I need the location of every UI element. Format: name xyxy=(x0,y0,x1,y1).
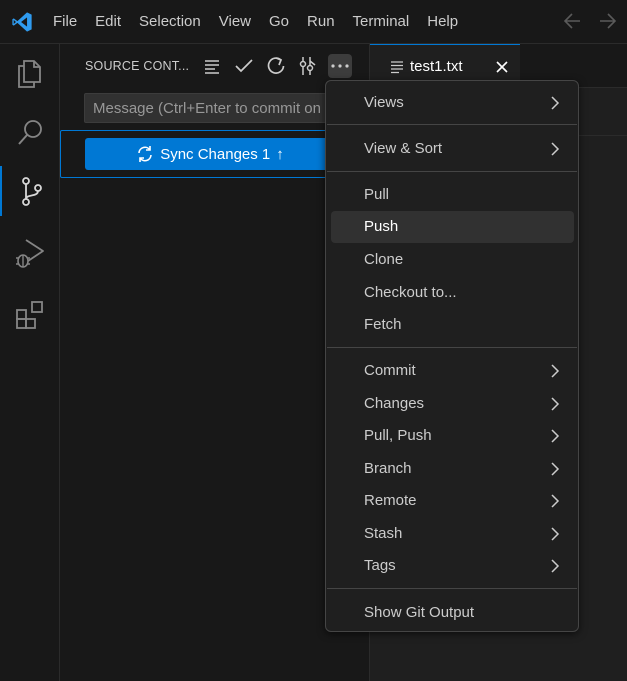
sync-changes-label: Sync Changes 1 xyxy=(160,145,271,163)
menu-bar: File Edit Selection View Go Run Terminal… xyxy=(44,0,467,44)
menu-item-label: Stash xyxy=(364,525,403,542)
menu-item-label: View & Sort xyxy=(364,140,443,157)
chevron-right-icon xyxy=(551,559,560,573)
activity-explorer[interactable] xyxy=(0,48,60,98)
vscode-logo-icon[interactable] xyxy=(10,11,34,33)
menu-edit[interactable]: Edit xyxy=(86,0,130,44)
menu-item-push[interactable]: Push xyxy=(331,211,574,243)
menu-item-views[interactable]: Views xyxy=(331,87,574,119)
close-icon[interactable] xyxy=(494,59,510,75)
menu-item-branch[interactable]: Branch xyxy=(331,453,574,485)
chevron-right-icon xyxy=(551,364,560,378)
menu-item-label: Push xyxy=(364,218,399,235)
menu-separator xyxy=(327,347,577,348)
sync-row: Sync Changes 1 ↑ xyxy=(60,130,360,178)
menu-item-label: Checkout to... xyxy=(364,284,457,301)
chevron-right-icon xyxy=(551,527,560,541)
sync-changes-button[interactable]: Sync Changes 1 ↑ xyxy=(85,138,335,170)
menu-help[interactable]: Help xyxy=(418,0,467,44)
activity-search[interactable] xyxy=(0,108,60,158)
menu-item-remote[interactable]: Remote xyxy=(331,485,574,517)
menu-item-label: Pull, Push xyxy=(364,427,432,444)
forward-arrow-icon[interactable] xyxy=(597,10,617,32)
navigation-arrows xyxy=(563,10,617,32)
source-control-icon xyxy=(22,177,42,206)
menu-separator xyxy=(327,171,577,172)
chevron-right-icon xyxy=(551,96,560,110)
menu-item-clone[interactable]: Clone xyxy=(331,244,574,276)
menu-selection[interactable]: Selection xyxy=(130,0,210,44)
files-icon xyxy=(18,60,41,88)
refresh-button[interactable] xyxy=(264,54,288,78)
activity-bar xyxy=(0,44,60,681)
menu-separator xyxy=(327,124,577,125)
menu-item-tags[interactable]: Tags xyxy=(331,550,574,582)
menu-item-label: Show Git Output xyxy=(364,604,475,621)
search-icon xyxy=(18,120,42,145)
refresh-icon xyxy=(267,57,285,74)
menu-file[interactable]: File xyxy=(44,0,86,44)
menu-item-checkout-to[interactable]: Checkout to... xyxy=(331,277,574,309)
sidebar-title: SOURCE CONT... xyxy=(85,59,190,73)
extensions-icon xyxy=(16,301,43,329)
check-icon xyxy=(235,59,253,73)
chevron-right-icon xyxy=(551,142,560,156)
activity-extensions[interactable] xyxy=(0,290,60,340)
menu-item-label: Pull xyxy=(364,186,390,203)
menu-view[interactable]: View xyxy=(210,0,260,44)
menu-item-pull[interactable]: Pull xyxy=(331,179,574,211)
back-arrow-icon[interactable] xyxy=(563,10,583,32)
graph-button[interactable] xyxy=(296,54,320,78)
tab-label: test1.txt xyxy=(410,58,463,75)
more-actions-button[interactable] xyxy=(328,54,352,78)
menu-item-label: Fetch xyxy=(364,316,402,333)
menu-item-label: Views xyxy=(364,94,404,111)
title-bar: File Edit Selection View Go Run Terminal… xyxy=(0,0,627,44)
outgoing-arrow-icon: ↑ xyxy=(276,145,284,163)
menu-item-commit[interactable]: Commit xyxy=(331,355,574,387)
menu-run[interactable]: Run xyxy=(298,0,344,44)
menu-item-label: Tags xyxy=(364,557,396,574)
menu-item-pull-push[interactable]: Pull, Push xyxy=(331,420,574,452)
sync-icon xyxy=(138,146,153,162)
chevron-right-icon xyxy=(551,494,560,508)
commit-button[interactable] xyxy=(232,54,256,78)
source-control-sidebar: SOURCE CONT... Message (Ctrl+Enter to co… xyxy=(60,44,374,681)
menu-separator xyxy=(327,588,577,589)
activity-source-control[interactable] xyxy=(0,166,60,216)
text-file-icon xyxy=(391,61,403,74)
run-debug-icon xyxy=(16,239,44,268)
list-icon xyxy=(205,60,219,74)
more-actions-menu: Views View & Sort Pull Push Clone Checko… xyxy=(325,80,579,632)
menu-item-view-sort[interactable]: View & Sort xyxy=(331,133,574,165)
menu-item-label: Clone xyxy=(364,251,404,268)
activity-run-debug[interactable] xyxy=(0,228,60,278)
menu-terminal[interactable]: Terminal xyxy=(344,0,419,44)
chevron-right-icon xyxy=(551,397,560,411)
chevron-right-icon xyxy=(551,429,560,443)
menu-item-label: Commit xyxy=(364,362,416,379)
ellipsis-icon xyxy=(331,64,349,68)
menu-item-label: Branch xyxy=(364,460,412,477)
menu-item-show-git-output[interactable]: Show Git Output xyxy=(331,597,574,629)
menu-item-changes[interactable]: Changes xyxy=(331,388,574,420)
sidebar-actions xyxy=(200,54,352,78)
sidebar-header: SOURCE CONT... xyxy=(60,44,370,88)
view-as-tree-button[interactable] xyxy=(200,54,224,78)
chevron-right-icon xyxy=(551,462,560,476)
menu-item-label: Changes xyxy=(364,395,425,412)
menu-item-stash[interactable]: Stash xyxy=(331,518,574,550)
git-compare-icon xyxy=(299,57,316,75)
menu-item-label: Remote xyxy=(364,492,417,509)
menu-go[interactable]: Go xyxy=(260,0,298,44)
menu-item-fetch[interactable]: Fetch xyxy=(331,309,574,341)
